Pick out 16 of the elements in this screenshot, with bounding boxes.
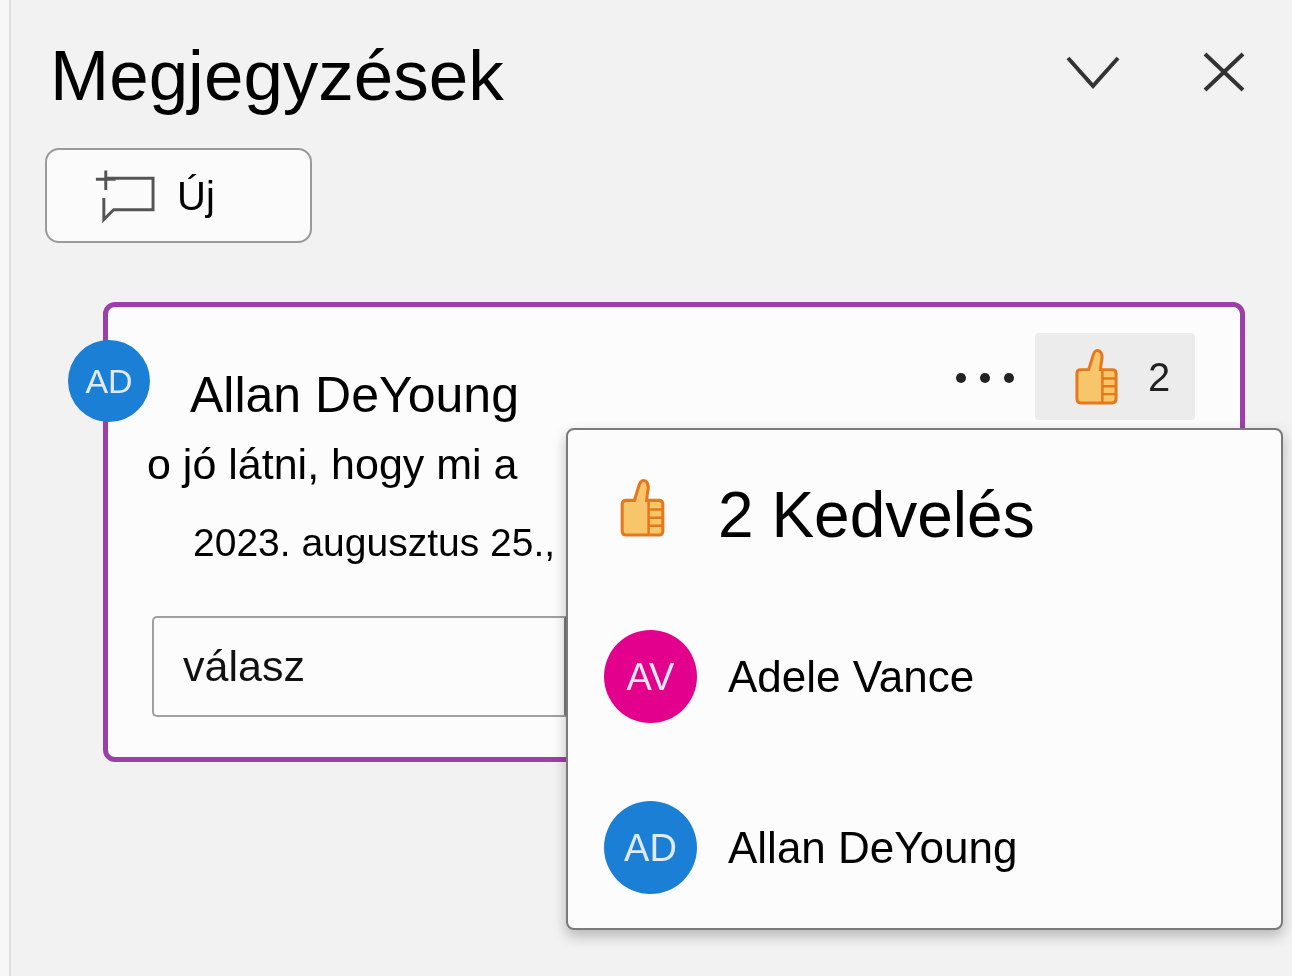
avatar: AV	[604, 630, 697, 723]
author-name: Allan DeYoung	[190, 370, 519, 420]
close-icon[interactable]	[1203, 52, 1245, 92]
popup-title: 2 Kedvelés	[718, 483, 1035, 547]
avatar: AD	[604, 801, 697, 894]
thumbs-up-icon	[1073, 348, 1120, 405]
chevron-down-icon[interactable]	[1066, 55, 1120, 89]
like-button[interactable]: 2	[1035, 333, 1195, 420]
reply-field[interactable]: válasz	[152, 616, 566, 717]
person-name: Adele Vance	[728, 654, 975, 699]
more-icon[interactable]	[955, 372, 1015, 384]
comment-date: 2023. augusztus 25.,	[193, 523, 556, 562]
person-name: Allan DeYoung	[728, 825, 1018, 870]
avatar: AD	[68, 340, 150, 422]
comment-text: o jó látni, hogy mi a	[147, 443, 518, 486]
new-comment-button[interactable]: Új	[45, 148, 312, 243]
